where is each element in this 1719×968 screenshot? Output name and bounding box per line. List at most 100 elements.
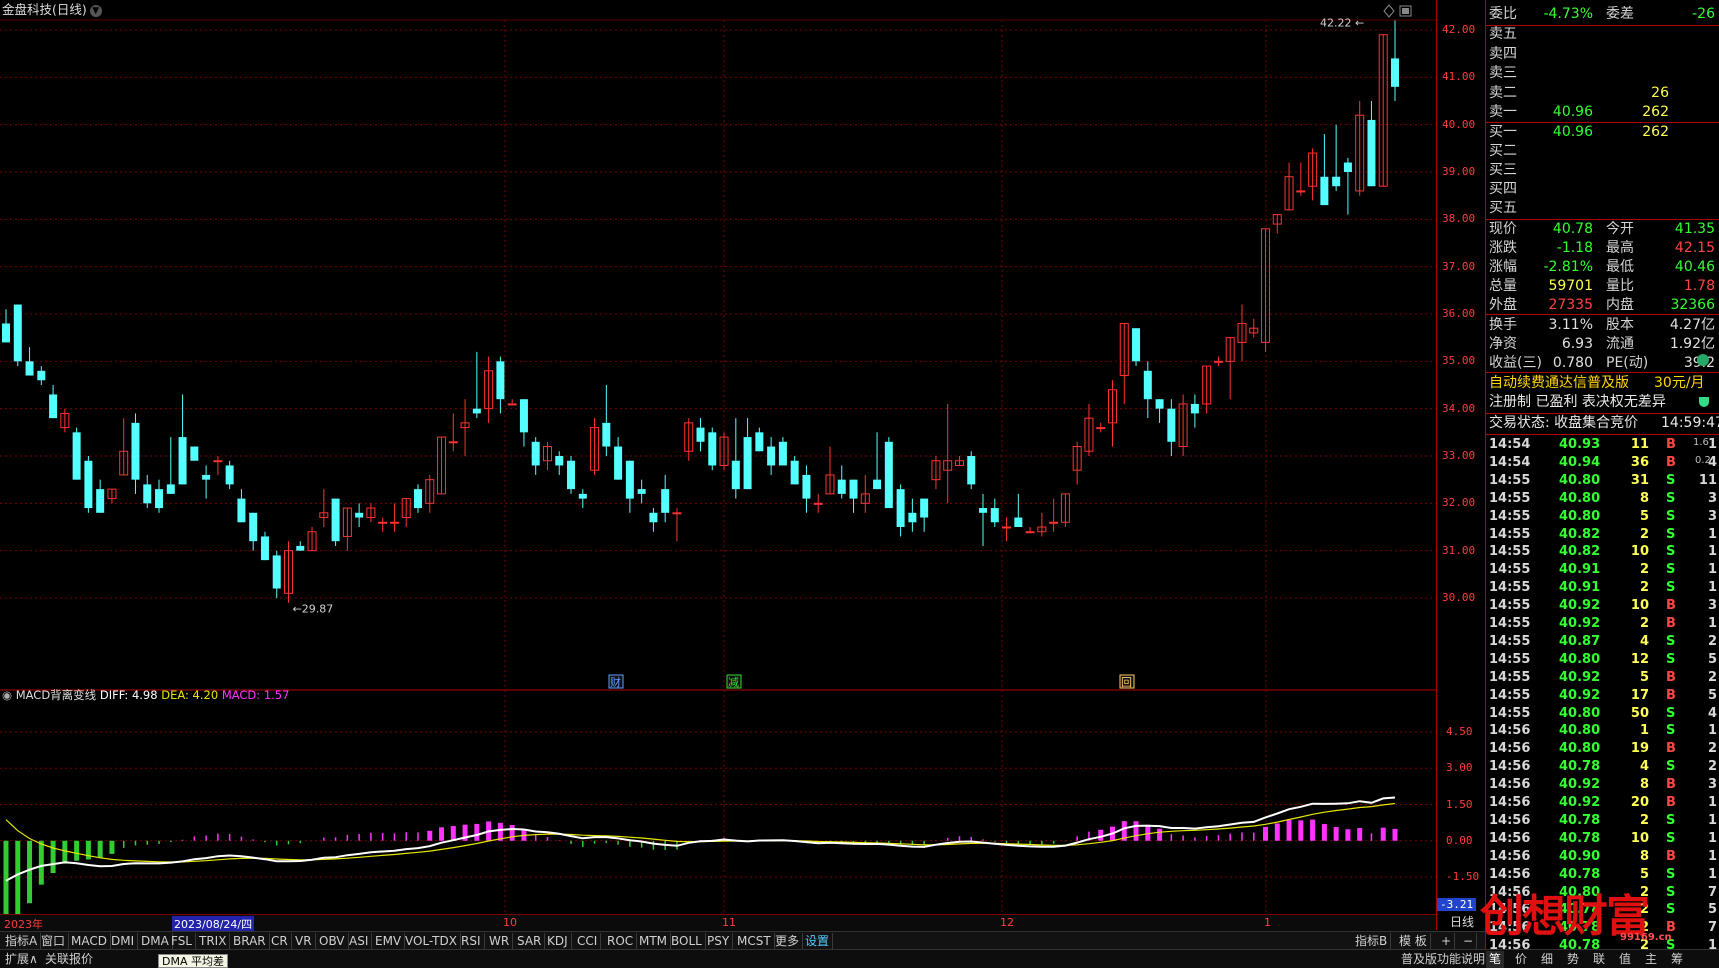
kline-chart[interactable]: 42.22 ← ←29.87 财 减 回 (0, 0, 1436, 914)
candle (484, 356, 494, 423)
tick-count: 1 (1707, 848, 1717, 864)
indicator-tab[interactable]: TRIX (196, 933, 231, 949)
tick-row[interactable]: 14:55 40.80 31 S 11 (1487, 472, 1719, 490)
candle-body (1096, 427, 1106, 430)
indicator-tab-right[interactable]: 模 板 (1396, 933, 1431, 949)
tick-row[interactable]: 14:55 40.80 5 S 3 (1487, 508, 1719, 526)
expand-button[interactable]: 扩展∧ (2, 951, 41, 968)
indicator-tab[interactable]: WR (486, 933, 514, 949)
period-label[interactable]: 日线 (1440, 915, 1484, 930)
tick-row[interactable]: 14:56 40.78 10 S 1 (1487, 830, 1719, 848)
indicator-tab[interactable]: ROC (604, 933, 638, 949)
indicator-tab[interactable]: VR (292, 933, 316, 949)
bottom-right-button[interactable]: 主 (1642, 951, 1660, 968)
indicator-tab[interactable]: 更多 (772, 933, 804, 949)
indicator-tab[interactable]: 设置 (802, 933, 834, 949)
candle-body (896, 489, 905, 527)
indicator-tab[interactable]: MCST (734, 933, 775, 949)
tick-row[interactable]: 14:55 40.80 8 S 3 (1487, 490, 1719, 508)
indicator-tab-right[interactable]: 指标B (1352, 933, 1392, 949)
indicator-tab[interactable]: KDJ (544, 933, 572, 949)
tick-volume: 2 (1639, 526, 1649, 542)
tick-row[interactable]: 14:56 40.92 20 B 1 (1487, 794, 1719, 812)
tick-time: 14:55 (1489, 580, 1531, 596)
promo-row-1[interactable]: 自动续费通达信普及版 30元/月 (1489, 374, 1719, 393)
tick-row[interactable]: 14:55 40.91 2 S 1 (1487, 561, 1719, 579)
tick-side: S (1666, 526, 1676, 542)
tick-row[interactable]: 14:55 40.92 10 B 3 (1487, 597, 1719, 615)
indicator-tab[interactable]: VOL-TDX (402, 933, 461, 949)
bottom-right-button[interactable]: 联 (1590, 951, 1608, 968)
candle-body (837, 479, 846, 494)
indicator-tab[interactable]: FSL (168, 933, 196, 949)
stat2-row-label-2: PE(动) (1606, 355, 1649, 371)
tick-list[interactable]: 14:54 40.93 11 B 1 14:54 40.94 36 B 4 14:55 40.80 31… (1486, 436, 1719, 950)
indicator-tab[interactable]: BRAR (230, 933, 270, 949)
tick-row[interactable]: 14:56 40.90 8 B 1 (1487, 848, 1719, 866)
candle-body (755, 432, 764, 452)
tick-row[interactable]: 14:55 40.91 2 S 1 (1487, 579, 1719, 597)
tick-row[interactable]: 14:55 40.92 2 B 1 (1487, 615, 1719, 633)
sell-level-label: 卖四 (1489, 45, 1517, 62)
indicator-tab[interactable]: 窗口 (38, 933, 70, 949)
candle (13, 304, 22, 367)
tick-row[interactable]: 14:56 40.78 2 S 1 (1487, 812, 1719, 830)
tick-row[interactable]: 14:55 40.87 4 S 2 (1487, 633, 1719, 651)
tick-time: 14:56 (1489, 848, 1531, 864)
tick-row[interactable]: 14:55 40.92 17 B 5 (1487, 687, 1719, 705)
tick-row[interactable]: 14:55 40.80 12 S 5 (1487, 651, 1719, 669)
tick-time: 14:54 (1489, 437, 1531, 452)
indicator-tab-right[interactable]: + (1438, 933, 1456, 949)
indicator-tab[interactable]: RSI (458, 933, 485, 949)
candle (155, 479, 164, 513)
bottom-right-button[interactable]: 普及版功能说明 (1398, 951, 1488, 968)
candle-body (979, 508, 988, 513)
candle-body (1167, 408, 1176, 442)
indicator-tab[interactable]: SAR (514, 933, 546, 949)
tick-row[interactable]: 14:56 40.80 1 S 1 (1487, 722, 1719, 740)
candle (1284, 162, 1294, 211)
macd-current-value: -3.21 (1437, 898, 1477, 911)
tick-row[interactable]: 14:55 40.82 10 S 1 (1487, 543, 1719, 561)
bottom-right-button[interactable]: 笔 (1486, 951, 1505, 968)
tick-time: 14:55 (1489, 472, 1531, 488)
candle (1320, 134, 1329, 206)
candle (873, 432, 882, 490)
tick-row[interactable]: 14:54 40.94 36 B 4 (1487, 454, 1719, 472)
promo-price[interactable]: 30元/月 (1654, 374, 1705, 393)
tick-row[interactable]: 14:54 40.93 11 B 1 (1487, 436, 1719, 454)
tick-row[interactable]: 14:55 40.80 50 S 4 (1487, 705, 1719, 723)
bottom-right-button[interactable]: 价 (1512, 951, 1530, 968)
indicator-tab[interactable]: BOLL (668, 933, 706, 949)
indicator-tab[interactable]: 指标A (2, 933, 42, 949)
stat-row: 涨跌 -1.18 最高 42.15 (1489, 239, 1719, 258)
indicator-tab[interactable]: CR (268, 933, 292, 949)
sell-level: 卖四 (1489, 45, 1719, 64)
indicator-tab[interactable]: ASI (346, 933, 373, 949)
bottom-right-button[interactable]: 势 (1564, 951, 1582, 968)
related-quote-button[interactable]: 关联报价 (42, 951, 96, 968)
tick-time: 14:55 (1489, 526, 1531, 542)
tick-row[interactable]: 14:55 40.82 2 S 1 (1487, 526, 1719, 544)
bottom-right-button[interactable]: 细 (1538, 951, 1556, 968)
bottom-right-button[interactable]: 值 (1616, 951, 1634, 968)
indicator-tab[interactable]: EMV (372, 933, 406, 949)
indicator-tab-right[interactable]: − (1460, 933, 1478, 949)
indicator-tab[interactable]: PSY (704, 933, 734, 949)
indicator-tab[interactable]: DMI (108, 933, 139, 949)
candle-body (990, 508, 999, 523)
indicator-tab[interactable]: MTM (636, 933, 672, 949)
weibi-row: 委比 -4.73% 委差 -26 (1489, 5, 1719, 24)
candle-body (519, 399, 528, 433)
tick-row[interactable]: 14:56 40.78 4 S 2 (1487, 758, 1719, 776)
indicator-tab[interactable]: OBV (316, 933, 349, 949)
tick-row[interactable]: 14:55 40.92 5 B 2 (1487, 669, 1719, 687)
promo-text-1[interactable]: 自动续费通达信普及版 (1489, 375, 1629, 391)
indicator-tab[interactable]: MACD (68, 933, 111, 949)
tick-row[interactable]: 14:56 40.80 19 B 2 (1487, 740, 1719, 758)
buy-level-label: 买三 (1489, 162, 1517, 178)
candle (342, 507, 352, 551)
indicator-tab[interactable]: CCI (574, 933, 602, 949)
bottom-right-button[interactable]: 筹 (1668, 951, 1686, 968)
tick-row[interactable]: 14:56 40.92 8 B 3 (1487, 776, 1719, 794)
